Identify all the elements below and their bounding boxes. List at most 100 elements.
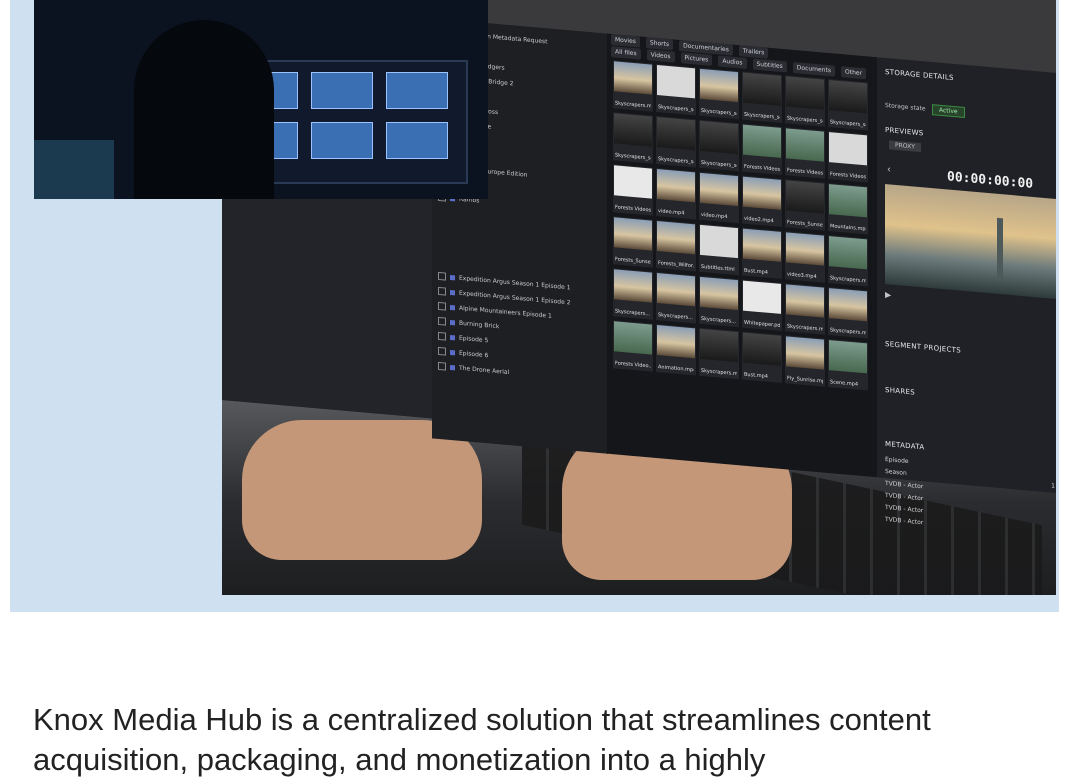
folder-label: Episode 6	[459, 349, 489, 359]
media-tile[interactable]: Mountains.mp4	[828, 183, 868, 235]
media-tile[interactable]: Animation.mp4	[656, 323, 696, 376]
folder-label: Burning Brick	[459, 319, 500, 330]
media-tile[interactable]: Forests_Wilfor...	[656, 219, 696, 272]
media-tile[interactable]: Skyscrapers_se...	[656, 115, 696, 168]
media-tile[interactable]: Bust.mp4	[742, 227, 782, 279]
tile-label: Bust.mp4	[744, 371, 768, 380]
previews-heading: PREVIEWS	[885, 126, 924, 138]
media-tab[interactable]: Videos	[646, 49, 675, 63]
metadata-heading: METADATA	[885, 440, 925, 452]
media-tile[interactable]: Skyscrapers...	[699, 275, 739, 328]
proxy-button[interactable]: PROXY	[889, 140, 921, 153]
folder-icon	[450, 304, 455, 310]
details-panel: STORAGE DETAILS Storage state Active PRE…	[877, 57, 1056, 526]
folder-icon	[450, 364, 455, 370]
media-tile[interactable]: Scene.mp4	[828, 339, 868, 391]
tile-label: video2.mp4	[744, 215, 774, 225]
thumbnail	[657, 325, 695, 359]
media-tile[interactable]: Forests_Sunset	[785, 179, 825, 231]
thumbnail	[786, 336, 824, 370]
media-tile[interactable]: Skyscrapers.mp4	[613, 60, 653, 112]
media-tile[interactable]: Skyscrapers_se...	[828, 79, 868, 131]
play-icon[interactable]: ▶	[885, 290, 891, 300]
media-tile[interactable]: Skyscrapers.mp4	[828, 235, 868, 287]
tile-label: Skyscrapers_se...	[787, 115, 823, 125]
media-tile[interactable]: Forests Videos 3	[828, 131, 868, 183]
thumbnail	[614, 113, 652, 147]
folder-label: Episode 5	[459, 334, 489, 344]
thumbnail	[614, 269, 652, 303]
operator-silhouette	[134, 20, 274, 199]
thumbnail	[743, 124, 781, 158]
media-tile[interactable]: video.mp4	[699, 171, 739, 224]
folder-icon	[450, 319, 455, 325]
segment-projects-heading: SEGMENT PROJECTS	[885, 340, 961, 355]
media-tile[interactable]: Skyscrapers_se...	[699, 119, 739, 172]
media-tile[interactable]: Forests Videos 3	[613, 164, 653, 216]
tile-label: Forests Videos 3	[830, 171, 866, 181]
media-tile[interactable]: video3.mp4	[785, 231, 825, 283]
tile-label: Animation.mp4	[658, 364, 694, 374]
metadata-key: Episode	[885, 456, 909, 466]
media-tile[interactable]: Forests Video...	[613, 320, 653, 372]
thumbnail	[614, 165, 652, 199]
thumbnail	[743, 72, 781, 106]
media-tile[interactable]: video.mp4	[656, 167, 696, 220]
thumbnail	[614, 61, 652, 95]
media-tile[interactable]: Skyscrapers...	[613, 268, 653, 320]
thumbnail	[829, 80, 867, 114]
checkbox[interactable]	[438, 331, 446, 341]
side-monitor	[34, 140, 114, 199]
tile-label: Skyscrapers...	[701, 315, 737, 325]
media-tile[interactable]: Fly_Sunrise.mp4	[785, 335, 825, 387]
media-tab[interactable]: All files	[611, 46, 641, 60]
media-tile[interactable]: Skyscrapers.mp4	[828, 287, 868, 339]
media-tile[interactable]: Subtitles.ttml	[699, 223, 739, 276]
tile-label: Fly_Sunrise.mp4	[787, 375, 823, 385]
thumbnail	[786, 284, 824, 318]
media-tile[interactable]: Skyscrapers_se...	[785, 75, 825, 127]
thumbnail	[657, 273, 695, 307]
tile-label: Skyscrapers.mp4	[830, 327, 866, 337]
media-tile[interactable]: Skyscrapers_se...	[699, 67, 739, 120]
thumbnail	[829, 184, 867, 218]
media-tile[interactable]: Forests Videos 1	[742, 123, 782, 175]
checkbox[interactable]	[438, 361, 446, 371]
checkbox[interactable]	[438, 271, 446, 281]
media-tab[interactable]: Audios	[718, 55, 747, 69]
checkbox[interactable]	[438, 346, 446, 356]
media-tile[interactable]: Skyscrapers.mp4	[699, 327, 739, 380]
tile-label: Forests_Sunse...	[615, 256, 651, 266]
thumbnail	[829, 288, 867, 322]
media-tab[interactable]: Other	[841, 66, 867, 80]
media-tile[interactable]: Forests Videos 2	[785, 127, 825, 179]
checkbox[interactable]	[438, 286, 446, 296]
tile-label: Scene.mp4	[830, 379, 859, 388]
media-tile[interactable]: Skyscrapers...	[656, 271, 696, 324]
media-tile[interactable]: Skyscrapers.mp4	[785, 283, 825, 335]
media-tile[interactable]: Whitepaper.pdf	[742, 279, 782, 331]
media-tile[interactable]: video2.mp4	[742, 175, 782, 227]
video-preview[interactable]	[885, 184, 1056, 300]
tile-label: Forests_Sunset	[787, 219, 823, 229]
thumbnail	[829, 236, 867, 270]
checkbox[interactable]	[438, 316, 446, 326]
folder-icon	[450, 289, 455, 295]
thumbnail	[829, 132, 867, 166]
media-tab[interactable]: Pictures	[680, 52, 713, 66]
media-tile[interactable]: Forests_Sunse...	[613, 216, 653, 268]
checkbox[interactable]	[438, 301, 446, 311]
thumbnail	[786, 76, 824, 110]
chevron-left-icon[interactable]: ‹	[887, 164, 891, 175]
media-tile[interactable]: Skyscrapers_se...	[656, 63, 696, 116]
media-tile[interactable]: Skyscrapers_se...	[613, 112, 653, 164]
tile-label: Skyscrapers_se...	[744, 111, 780, 121]
media-tile[interactable]: Bust.mp4	[742, 331, 782, 383]
thumbnail	[657, 65, 695, 99]
media-tab[interactable]: Subtitles	[752, 58, 787, 73]
thumbnail	[700, 172, 738, 207]
tile-label: Skyscrapers.mp4	[615, 100, 651, 110]
media-tab[interactable]: Documents	[792, 61, 835, 77]
media-tile[interactable]: Skyscrapers_se...	[742, 71, 782, 123]
tile-label: Skyscrapers.mp4	[830, 275, 866, 285]
